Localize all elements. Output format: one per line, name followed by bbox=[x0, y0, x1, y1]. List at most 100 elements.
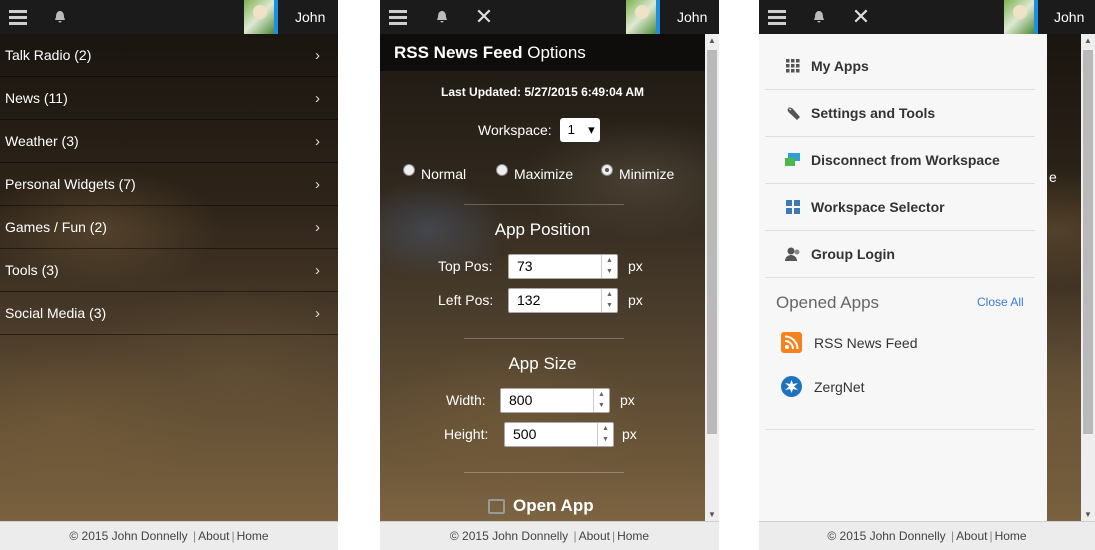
opened-apps-title: Opened Apps bbox=[776, 293, 880, 312]
category-panel: John Talk Radio (2) › News (11) › Weather … bbox=[0, 0, 338, 550]
top-bar: ✕ John bbox=[380, 0, 719, 34]
stepper-icon[interactable]: ▲ ▼ bbox=[601, 289, 617, 312]
avatar[interactable] bbox=[1004, 0, 1038, 34]
scroll-down-arrow-icon[interactable]: ▼ bbox=[705, 510, 719, 519]
category-label: Social Media (3) bbox=[5, 305, 107, 321]
list-item[interactable]: Social Media (3) › bbox=[0, 292, 338, 335]
list-item[interactable]: Talk Radio (2) › bbox=[0, 34, 338, 77]
scroll-up-arrow-icon[interactable]: ▲ bbox=[1081, 36, 1095, 45]
divider bbox=[765, 429, 1035, 430]
unit-label: px bbox=[628, 292, 643, 308]
top-pos-input[interactable]: 73 ▲ ▼ bbox=[508, 254, 618, 279]
menu-item-label: Workspace Selector bbox=[811, 199, 945, 215]
user-name[interactable]: John bbox=[295, 0, 325, 34]
about-link[interactable]: About bbox=[956, 529, 987, 543]
chevron-right-icon: › bbox=[315, 47, 320, 64]
menu-item-my-apps[interactable]: My Apps bbox=[765, 43, 1035, 90]
group-icon bbox=[785, 246, 801, 262]
opened-app-zergnet[interactable]: ZergNet bbox=[781, 376, 865, 397]
zergnet-icon bbox=[781, 376, 802, 397]
title-suffix: Options bbox=[522, 43, 586, 62]
user-name[interactable]: John bbox=[1054, 0, 1084, 34]
chevron-right-icon: › bbox=[315, 90, 320, 107]
menu-item-workspace-selector[interactable]: Workspace Selector bbox=[765, 184, 1035, 231]
avatar[interactable] bbox=[626, 0, 660, 34]
close-icon[interactable]: ✕ bbox=[474, 0, 494, 34]
bell-icon[interactable] bbox=[809, 0, 829, 34]
menu-item-settings[interactable]: Settings and Tools bbox=[765, 90, 1035, 137]
list-item[interactable]: News (11) › bbox=[0, 77, 338, 120]
scroll-up-arrow-icon[interactable]: ▲ bbox=[705, 36, 719, 45]
separator: | bbox=[231, 529, 235, 543]
workspace-icon bbox=[785, 199, 801, 215]
about-link[interactable]: About bbox=[198, 529, 229, 543]
about-link[interactable]: About bbox=[579, 529, 610, 543]
category-label: Tools (3) bbox=[5, 262, 59, 278]
close-all-link[interactable]: Close All bbox=[977, 295, 1024, 309]
menu-item-label: Settings and Tools bbox=[811, 105, 936, 121]
home-link[interactable]: Home bbox=[237, 529, 269, 543]
copyright: © 2015 John Donnelly bbox=[827, 529, 946, 543]
chevron-right-icon: › bbox=[315, 305, 320, 322]
scroll-down-arrow-icon[interactable]: ▼ bbox=[1081, 510, 1095, 519]
separator: | bbox=[611, 529, 616, 543]
radio-dot[interactable] bbox=[403, 164, 415, 176]
avatar[interactable] bbox=[244, 0, 278, 34]
list-item[interactable]: Games / Fun (2) › bbox=[0, 206, 338, 249]
unit-label: px bbox=[620, 392, 635, 408]
radio-dot[interactable] bbox=[496, 164, 508, 176]
left-pos-label: Left Pos: bbox=[438, 292, 494, 308]
hamburger-menu-icon[interactable] bbox=[6, 0, 30, 34]
stepper-icon[interactable]: ▲ ▼ bbox=[597, 423, 613, 446]
scrollbar[interactable]: ▲ ▼ bbox=[705, 34, 719, 521]
home-link[interactable]: Home bbox=[617, 529, 649, 543]
scrollbar-thumb[interactable] bbox=[707, 50, 717, 434]
mode-normal-radio[interactable]: Normal bbox=[403, 164, 467, 182]
separator: | bbox=[192, 529, 197, 543]
list-item[interactable]: Tools (3) › bbox=[0, 249, 338, 292]
workspace-row: Workspace: 1 bbox=[478, 118, 600, 142]
list-item[interactable]: Personal Widgets (7) › bbox=[0, 163, 338, 206]
opened-app-rss[interactable]: RSS News Feed bbox=[781, 332, 917, 353]
mode-maximize-radio[interactable]: Maximize bbox=[496, 164, 573, 182]
rss-icon bbox=[781, 332, 802, 353]
disconnect-icon bbox=[785, 152, 801, 168]
stepper-icon[interactable]: ▲ ▼ bbox=[601, 255, 617, 278]
user-name[interactable]: John bbox=[677, 0, 707, 34]
list-item[interactable]: Weather (3) › bbox=[0, 120, 338, 163]
scrollbar-thumb[interactable] bbox=[1083, 50, 1093, 434]
divider bbox=[464, 338, 624, 339]
stepper-icon[interactable]: ▲ ▼ bbox=[593, 389, 609, 412]
menu-item-disconnect[interactable]: Disconnect from Workspace bbox=[765, 137, 1035, 184]
bell-icon[interactable] bbox=[50, 0, 70, 34]
menu-item-label: Group Login bbox=[811, 246, 895, 262]
workspace-select[interactable]: 1 bbox=[559, 118, 600, 142]
radio-label: Minimize bbox=[619, 166, 675, 182]
left-pos-input[interactable]: 132 ▲ ▼ bbox=[508, 288, 618, 313]
height-input[interactable]: 500 ▲ ▼ bbox=[504, 422, 614, 447]
width-input[interactable]: 800 ▲ ▼ bbox=[500, 388, 610, 413]
radio-label: Normal bbox=[421, 166, 467, 182]
category-label: Games / Fun (2) bbox=[5, 219, 107, 235]
open-app-button[interactable]: Open App bbox=[488, 496, 594, 516]
width-label: Width: bbox=[446, 392, 486, 408]
radio-dot-selected[interactable] bbox=[601, 164, 613, 176]
copyright: © 2015 John Donnelly bbox=[449, 529, 569, 543]
mode-minimize-radio[interactable]: Minimize bbox=[601, 164, 675, 182]
unit-label: px bbox=[622, 426, 637, 442]
unit-label: px bbox=[628, 258, 643, 274]
home-link[interactable]: Home bbox=[995, 529, 1027, 543]
chevron-right-icon: › bbox=[315, 262, 320, 279]
scrollbar[interactable]: ▲ ▼ bbox=[1081, 34, 1095, 521]
hamburger-menu-icon[interactable] bbox=[765, 0, 789, 34]
close-icon[interactable]: ✕ bbox=[851, 0, 871, 34]
input-value: 73 bbox=[517, 258, 533, 274]
footer: © 2015 John Donnelly | About | Home bbox=[0, 521, 338, 550]
section-title: App Position bbox=[494, 220, 591, 239]
top-pos-label: Top Pos: bbox=[438, 258, 493, 274]
background-text: e bbox=[1049, 169, 1057, 185]
bell-icon[interactable] bbox=[432, 0, 452, 34]
footer: © 2015 John Donnelly | About | Home bbox=[759, 521, 1095, 550]
menu-item-group-login[interactable]: Group Login bbox=[765, 231, 1035, 278]
hamburger-menu-icon[interactable] bbox=[386, 0, 410, 34]
